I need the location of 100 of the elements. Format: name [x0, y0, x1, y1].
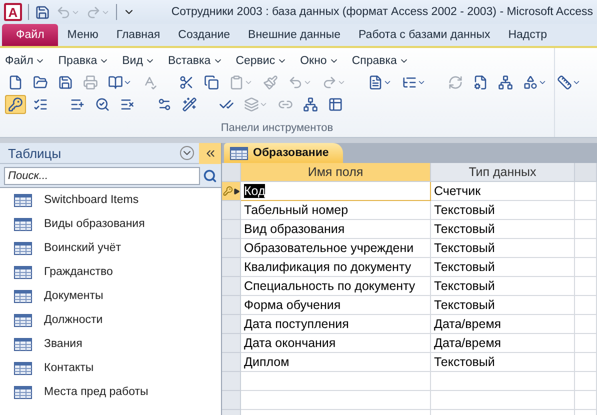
collapse-button[interactable] [199, 142, 221, 164]
table-list-item[interactable]: Звания [0, 332, 221, 356]
table-cell [575, 296, 597, 315]
ribbon-tab[interactable]: Файл [2, 24, 58, 46]
table-cell [575, 372, 597, 391]
pane-title: Таблицы [7, 146, 62, 160]
properties-icon [157, 96, 172, 112]
table-list-item[interactable]: Должности [0, 308, 221, 332]
row-selector[interactable] [222, 182, 241, 201]
key-icon [222, 186, 232, 196]
cut-icon [179, 74, 194, 90]
search-icon[interactable] [203, 168, 217, 182]
table-list-item[interactable]: Контакты [0, 356, 221, 380]
app-logo: A [4, 3, 22, 21]
key-button[interactable] [5, 94, 26, 114]
table-cell: Табельный номер [241, 201, 431, 220]
table-name: Места пред работы [44, 386, 148, 398]
spell-check-icon [142, 74, 157, 90]
menu-item[interactable]: Справка [352, 55, 409, 67]
menu-item[interactable]: Файл [5, 55, 46, 67]
table-name: Контакты [44, 362, 94, 374]
menu-item[interactable]: Сервис [236, 55, 288, 67]
insert-rows-icon [70, 96, 85, 112]
ribbon-tab[interactable]: Меню [58, 24, 108, 46]
menu-item[interactable]: Правка [58, 55, 110, 67]
table-cell: Текстовый [431, 201, 575, 220]
table-cell: Форма обучения [241, 296, 431, 315]
ribbon-tab[interactable]: Главная [107, 24, 170, 46]
table-name: Switchboard Items [44, 194, 139, 206]
table-cell: Диплом [241, 353, 431, 372]
layers-icon [244, 96, 259, 112]
table-cell: Образовательное учреждени [241, 239, 431, 258]
table-cell: Дата/время [431, 334, 575, 353]
table-cell [575, 277, 597, 296]
table-name: Звания [44, 338, 82, 350]
table-cell: Дата/время [431, 315, 575, 334]
table-cell [575, 334, 597, 353]
book-icon [108, 74, 123, 90]
search-field[interactable]: Поиск... [4, 166, 200, 184]
table-list-item[interactable]: Воинский учёт [0, 236, 221, 260]
shapes-icon [523, 74, 538, 90]
column-header[interactable]: Тип данных [431, 163, 575, 182]
table-icon [14, 338, 32, 350]
key-icon [8, 96, 23, 112]
document-settings-icon [473, 74, 488, 90]
table-list-item[interactable]: Виды образования [0, 212, 221, 236]
table-icon [14, 242, 32, 254]
save-icon[interactable] [35, 4, 50, 20]
table-cell: Счетчик [431, 182, 575, 201]
redo-icon [322, 74, 337, 90]
checklist-icon [33, 96, 48, 112]
table-icon [14, 194, 32, 206]
save-icon [58, 74, 73, 90]
table-cell [575, 220, 597, 239]
column-header[interactable]: Имя поля [241, 163, 431, 182]
wand-icon [182, 96, 197, 112]
table-name: Гражданство [44, 266, 113, 278]
table-cell: Квалификация по документу [241, 258, 431, 277]
list-tree-icon [402, 74, 417, 90]
table-icon [14, 314, 32, 326]
undo-icon [288, 74, 303, 90]
ribbon-tab[interactable]: Внешние данные [239, 24, 350, 46]
ribbon-tab[interactable]: Создание [169, 24, 240, 46]
printer-icon [83, 74, 98, 90]
table-icon [14, 386, 32, 398]
table-list-item[interactable]: Документы [0, 284, 221, 308]
table-cell: Специальность по документу [241, 277, 431, 296]
delete-rows-icon [120, 96, 135, 112]
ruler-icon [557, 74, 572, 90]
table-cell: Текстовый [431, 258, 575, 277]
copy-icon [204, 74, 219, 90]
table-list-item[interactable]: Switchboard Items [0, 188, 221, 212]
table-cell: Текстовый [431, 277, 575, 296]
table-list-item[interactable]: Гражданство [0, 260, 221, 284]
dropdown-icon[interactable] [180, 146, 194, 160]
search-check-icon [95, 96, 110, 112]
document-tab[interactable]: Образование [224, 143, 343, 163]
menu-item[interactable]: Окно [300, 55, 339, 67]
table-cell: Код [241, 182, 431, 201]
menu-item[interactable]: Вид [122, 55, 155, 67]
menu-item[interactable]: Вставка [168, 55, 223, 67]
group-label: Панели инструментов [220, 122, 334, 136]
table-cell: Дата поступления [241, 315, 431, 334]
ribbon-tab[interactable]: Работа с базами данных [350, 24, 500, 46]
table-list-item[interactable]: Места пред работы [0, 380, 221, 404]
table-icon [14, 290, 32, 302]
table-cell [575, 258, 597, 277]
paintbrush-icon [263, 74, 278, 90]
ribbon-tab[interactable]: Надстр [499, 24, 556, 46]
table-icon [328, 96, 343, 112]
document-icon [368, 74, 383, 90]
table-cell [575, 315, 597, 334]
table-name: Документы [44, 290, 104, 302]
open-folder-icon [33, 74, 48, 90]
window-title: Сотрудники 2003 : база данных (формат Access 2002 - 2003) - Microsoft Access [171, 6, 593, 18]
table-cell [575, 182, 597, 201]
paste-icon [229, 74, 244, 90]
network-icon [498, 74, 513, 90]
network-icon [303, 96, 318, 112]
table-cell: Текстовый [431, 239, 575, 258]
